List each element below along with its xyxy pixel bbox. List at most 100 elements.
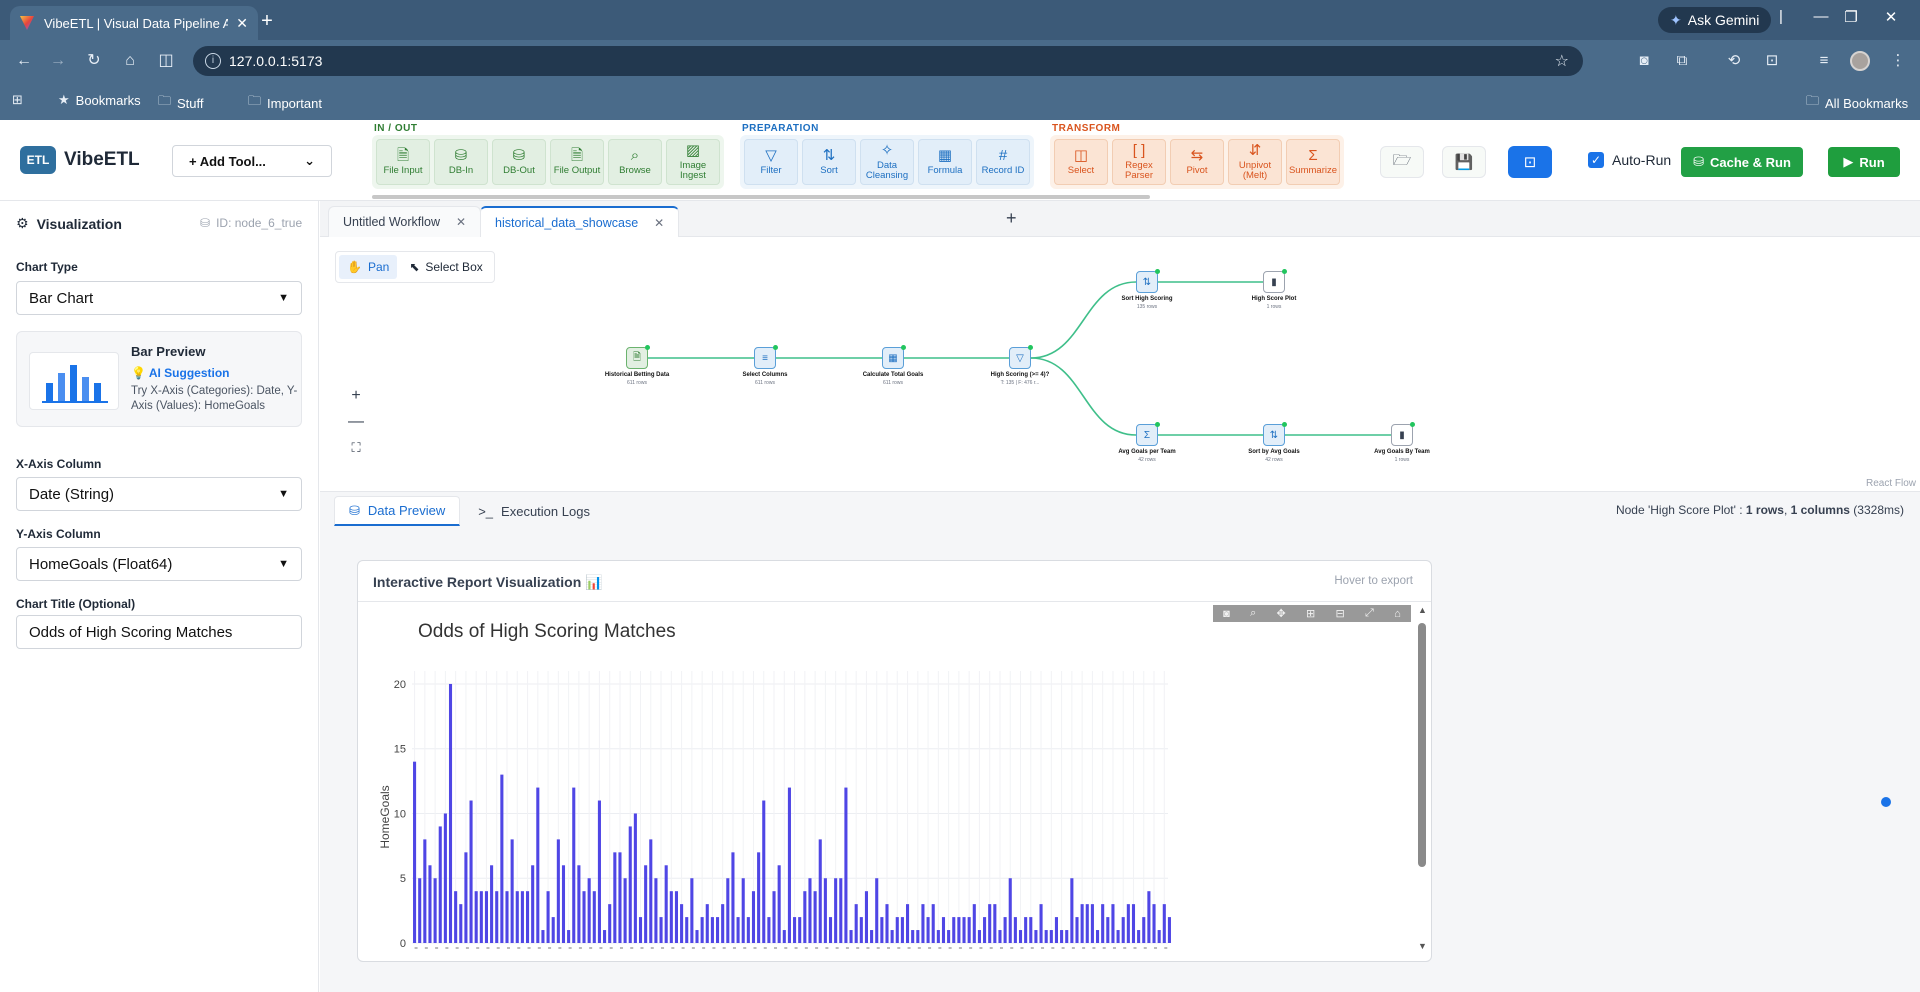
bar[interactable] <box>1060 930 1064 943</box>
bar[interactable] <box>900 917 904 943</box>
bar[interactable] <box>1044 930 1048 943</box>
bar[interactable] <box>520 891 524 943</box>
bar[interactable] <box>818 839 822 943</box>
bar[interactable] <box>1049 930 1053 943</box>
bar[interactable] <box>577 865 581 943</box>
bar[interactable] <box>716 917 720 943</box>
tool-file-output[interactable]: 🗎 File Output <box>550 139 604 185</box>
bar[interactable] <box>500 774 504 943</box>
bar[interactable] <box>1121 917 1125 943</box>
zoom-out-icon[interactable]: ⊟ <box>1336 607 1345 620</box>
bar[interactable] <box>561 865 566 943</box>
bar[interactable] <box>993 904 997 943</box>
bar[interactable] <box>1013 917 1017 943</box>
tool-db-out[interactable]: ⛁ DB-Out <box>492 139 546 185</box>
bar[interactable] <box>623 878 627 943</box>
bar[interactable] <box>1065 930 1069 943</box>
tab-untitled-workflow[interactable]: Untitled Workflow ✕ <box>328 206 482 237</box>
bar[interactable] <box>1096 930 1100 943</box>
bar[interactable] <box>469 800 473 943</box>
bar[interactable] <box>1167 917 1171 943</box>
bar[interactable] <box>531 865 535 943</box>
bar[interactable] <box>823 878 827 943</box>
tab-execution-logs[interactable]: >_ Execution Logs <box>464 496 604 526</box>
bar[interactable] <box>1126 904 1130 943</box>
ask-gemini-button[interactable]: ✦ Ask Gemini <box>1658 7 1772 33</box>
bar[interactable] <box>916 930 920 943</box>
bar[interactable] <box>1116 930 1120 943</box>
bar[interactable] <box>674 891 678 943</box>
camera-icon[interactable]: ◙ <box>1223 608 1230 620</box>
home-icon[interactable]: ⌂ <box>118 50 142 72</box>
bar[interactable] <box>767 917 771 943</box>
tool-unpivot[interactable]: ⇵ Unpivot (Melt) <box>1228 139 1282 185</box>
bar[interactable] <box>567 930 571 943</box>
ai-suggestion[interactable]: 💡 AI Suggestion <box>131 366 230 380</box>
close-icon[interactable]: ✕ <box>456 215 466 229</box>
bar[interactable] <box>510 839 514 943</box>
bar[interactable] <box>633 813 637 943</box>
browser-tab[interactable]: VibeETL | Visual Data Pipeline A ✕ <box>10 6 258 40</box>
chart-type-select[interactable]: Bar Chart ▼ <box>16 281 302 315</box>
close-window-icon[interactable]: ✕ <box>1876 8 1906 26</box>
bar[interactable] <box>438 826 442 943</box>
profile-avatar[interactable] <box>1850 51 1870 71</box>
bar[interactable] <box>587 878 591 943</box>
reload-icon[interactable]: ↻ <box>82 50 106 72</box>
bar[interactable] <box>926 917 930 943</box>
bar[interactable] <box>880 917 884 943</box>
tool-sort[interactable]: ⇅ Sort <box>802 139 856 185</box>
fit-view-icon[interactable]: ⛶ <box>342 435 370 461</box>
bar[interactable] <box>931 904 935 943</box>
bar[interactable] <box>592 891 596 943</box>
bar[interactable] <box>1039 904 1043 943</box>
bar[interactable] <box>813 891 817 943</box>
bar[interactable] <box>1137 930 1141 943</box>
bar[interactable] <box>736 917 740 943</box>
bar[interactable] <box>536 787 540 943</box>
bar[interactable] <box>695 930 699 943</box>
workflow-node[interactable]: Σ <box>1136 422 1160 446</box>
bar[interactable] <box>875 878 879 943</box>
save-workflow-button[interactable]: 💾 <box>1442 146 1486 178</box>
bar[interactable] <box>721 904 725 943</box>
bar[interactable] <box>906 904 910 943</box>
bar[interactable] <box>828 917 833 943</box>
bar[interactable] <box>690 878 694 943</box>
bar[interactable] <box>1003 917 1007 943</box>
bar[interactable] <box>448 683 453 943</box>
tab-search-icon[interactable]: ⊡ <box>1760 50 1784 72</box>
bar[interactable] <box>1008 878 1012 943</box>
bar[interactable] <box>618 852 622 943</box>
workflow-canvas[interactable]: ✋ Pan ⬉ Select Box 🗎 Historical Betting D… <box>320 237 1920 491</box>
zoom-in-icon[interactable]: + <box>342 383 370 409</box>
bar[interactable] <box>1147 891 1151 943</box>
zoom-icon[interactable]: ⌕ <box>1250 607 1256 620</box>
autoscale-icon[interactable]: ⤢ <box>1365 607 1374 620</box>
workflow-node[interactable]: 🗎 <box>626 345 650 369</box>
workflow-node[interactable]: ▮ <box>1391 422 1415 446</box>
bar[interactable] <box>495 891 499 943</box>
bar[interactable] <box>505 891 509 943</box>
bar[interactable] <box>1085 904 1089 943</box>
bar[interactable] <box>700 917 704 943</box>
restore-icon[interactable]: ❐ <box>1836 8 1866 26</box>
bar[interactable] <box>793 917 797 943</box>
scroll-thumb[interactable] <box>1418 623 1426 867</box>
bar[interactable] <box>1142 917 1146 943</box>
bar[interactable] <box>443 813 447 943</box>
more-menu-icon[interactable]: ⋮ <box>1886 50 1910 72</box>
add-tab-button[interactable]: + <box>1006 208 1017 229</box>
bar[interactable] <box>1131 904 1136 943</box>
workflow-node[interactable]: ▮ <box>1263 269 1287 293</box>
bar[interactable] <box>546 891 550 943</box>
bar[interactable] <box>941 917 946 943</box>
bar[interactable] <box>608 904 612 943</box>
cache-run-button[interactable]: ⛁ Cache & Run <box>1681 147 1803 177</box>
bar[interactable] <box>418 878 422 943</box>
zoom-out-icon[interactable]: — <box>342 409 370 435</box>
bar[interactable] <box>572 787 576 943</box>
back-icon[interactable]: ← <box>12 50 36 72</box>
bookmark-star-icon[interactable]: ☆ <box>1555 51 1569 71</box>
toolbar-scrollbar[interactable] <box>372 195 1150 199</box>
